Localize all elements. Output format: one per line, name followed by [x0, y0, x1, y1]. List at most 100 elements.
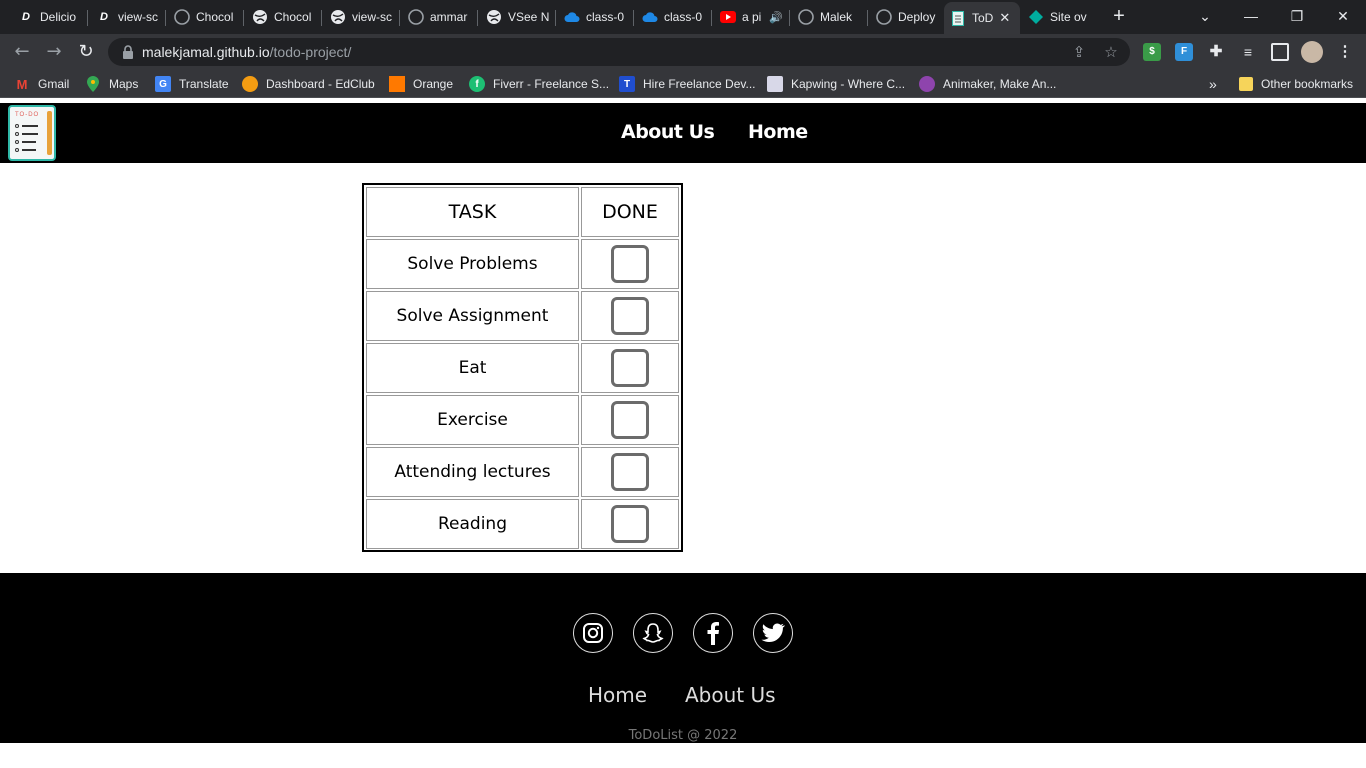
- github-icon: [408, 9, 424, 25]
- bookmark-fiverr[interactable]: f Fiverr - Freelance S...: [469, 75, 609, 93]
- new-tab-button[interactable]: +: [1108, 5, 1130, 27]
- tab-title: Delicio: [40, 10, 77, 24]
- menu-kebab-icon[interactable]: ⋮: [1336, 43, 1354, 61]
- task-label: Solve Problems: [366, 239, 579, 289]
- browser-toolbar: ← → ↻ malekjamal.github.io/todo-project/…: [0, 34, 1366, 70]
- bookmark-animaker[interactable]: Animaker, Make An...: [919, 75, 1056, 93]
- tab-ammar[interactable]: ammar: [402, 2, 478, 32]
- tab-chocol-github[interactable]: Chocol: [168, 2, 244, 32]
- close-window-button[interactable]: ✕: [1320, 4, 1366, 28]
- bookmark-label: Animaker, Make An...: [943, 77, 1057, 91]
- bookmark-star-icon[interactable]: ☆: [1102, 43, 1120, 61]
- done-checkbox[interactable]: [611, 245, 649, 283]
- bookmark-translate[interactable]: G Translate: [155, 75, 229, 93]
- snapchat-icon[interactable]: [633, 613, 673, 653]
- tab-view-source[interactable]: D view-sc: [90, 2, 166, 32]
- maps-icon: [85, 76, 101, 92]
- bookmark-edclub[interactable]: Dashboard - EdClub: [242, 75, 375, 93]
- twitter-icon[interactable]: [753, 613, 793, 653]
- github-icon: [798, 9, 814, 25]
- bookmark-orange[interactable]: Orange: [389, 75, 453, 93]
- profile-avatar[interactable]: [1301, 41, 1323, 63]
- table-row: Reading: [366, 499, 679, 549]
- speaker-icon[interactable]: 🔊: [769, 11, 783, 24]
- minimize-button[interactable]: —: [1228, 4, 1274, 28]
- tab-delicious[interactable]: D Delicio: [12, 2, 88, 32]
- site-header: TO-DO About Us Home: [0, 103, 1366, 163]
- done-checkbox[interactable]: [611, 453, 649, 491]
- tab-youtube[interactable]: a pi 🔊: [714, 2, 790, 32]
- tab-vsee[interactable]: VSee N: [480, 2, 556, 32]
- bookmark-maps[interactable]: Maps: [85, 75, 138, 93]
- d-icon: D: [22, 11, 30, 23]
- tab-class-1[interactable]: class-0: [558, 2, 634, 32]
- gmail-icon: M: [16, 76, 28, 92]
- bookmark-label: Fiverr - Freelance S...: [493, 77, 610, 91]
- github-icon: [174, 9, 190, 25]
- todo-logo[interactable]: TO-DO: [8, 105, 56, 161]
- nav-home[interactable]: Home: [748, 121, 808, 143]
- tab-todo-active[interactable]: ToD ✕: [944, 2, 1020, 34]
- translate-icon: G: [155, 76, 171, 92]
- bookmark-gmail[interactable]: M Gmail: [14, 75, 70, 93]
- bookmark-label: Kapwing - Where C...: [791, 77, 906, 91]
- edclub-icon: [242, 76, 258, 92]
- github-icon: [876, 9, 892, 25]
- bookmark-label: Other bookmarks: [1261, 77, 1354, 91]
- task-label: Attending lectures: [366, 447, 579, 497]
- site-footer: Home About Us ToDoList @ 2022: [0, 573, 1366, 743]
- done-checkbox[interactable]: [611, 297, 649, 335]
- tab-view-sc[interactable]: view-sc: [324, 2, 400, 32]
- tab-search-icon[interactable]: ⌄: [1182, 4, 1228, 28]
- todo-table: TASK DONE Solve Problems Solve Assignmen…: [362, 183, 683, 552]
- d-icon: D: [100, 11, 108, 23]
- bookmark-label: Gmail: [38, 77, 70, 91]
- globe-icon: [252, 9, 268, 25]
- tab-title: Site ov: [1050, 10, 1087, 24]
- share-icon[interactable]: ⇪: [1070, 43, 1088, 61]
- bookmark-label: Dashboard - EdClub: [266, 77, 375, 91]
- tab-title: Malek: [820, 10, 853, 24]
- tab-deploy[interactable]: Deploy: [870, 2, 942, 32]
- tab-title: view-sc: [352, 10, 393, 24]
- table-row: Eat: [366, 343, 679, 393]
- tab-title: class-0: [664, 10, 703, 24]
- extensions-puzzle-icon[interactable]: ✚: [1207, 43, 1225, 61]
- tab-class-2[interactable]: class-0: [636, 2, 712, 32]
- facebook-icon[interactable]: [693, 613, 733, 653]
- bookmarks-overflow-button[interactable]: »: [1209, 75, 1217, 93]
- footer-link-home[interactable]: Home: [588, 683, 647, 707]
- extension-dollar-icon[interactable]: $: [1143, 43, 1161, 61]
- forward-button[interactable]: →: [42, 40, 66, 64]
- close-tab-icon[interactable]: ✕: [999, 10, 1010, 26]
- task-label: Eat: [366, 343, 579, 393]
- media-control-icon[interactable]: ≡: [1239, 43, 1257, 61]
- lock-icon: [123, 45, 133, 59]
- tab-title: class-0: [586, 10, 625, 24]
- cloud-icon: [642, 9, 658, 25]
- footer-link-about-us[interactable]: About Us: [685, 683, 776, 707]
- extension-f-icon[interactable]: F: [1175, 43, 1193, 61]
- reload-button[interactable]: ↻: [74, 40, 98, 64]
- side-panel-icon[interactable]: [1271, 43, 1289, 61]
- instagram-icon[interactable]: [573, 613, 613, 653]
- nav-about-us[interactable]: About Us: [621, 121, 715, 143]
- folder-icon: [1239, 77, 1253, 91]
- table-row: Solve Problems: [366, 239, 679, 289]
- task-label: Reading: [366, 499, 579, 549]
- toptal-icon: T: [619, 76, 635, 92]
- back-button[interactable]: ←: [10, 40, 34, 64]
- done-checkbox[interactable]: [611, 401, 649, 439]
- tab-chocol[interactable]: Chocol: [246, 2, 322, 32]
- tab-site-overview[interactable]: Site ov: [1022, 2, 1098, 32]
- address-bar[interactable]: malekjamal.github.io/todo-project/ ⇪ ☆: [108, 38, 1130, 66]
- done-checkbox[interactable]: [611, 505, 649, 543]
- other-bookmarks-folder[interactable]: Other bookmarks: [1239, 75, 1353, 93]
- tab-malek[interactable]: Malek: [792, 2, 868, 32]
- bookmark-toptal[interactable]: T Hire Freelance Dev...: [619, 75, 755, 93]
- bookmark-label: Hire Freelance Dev...: [643, 77, 756, 91]
- tab-title: Deploy: [898, 10, 936, 24]
- bookmark-kapwing[interactable]: Kapwing - Where C...: [767, 75, 905, 93]
- done-checkbox[interactable]: [611, 349, 649, 387]
- restore-button[interactable]: ❐: [1274, 4, 1320, 28]
